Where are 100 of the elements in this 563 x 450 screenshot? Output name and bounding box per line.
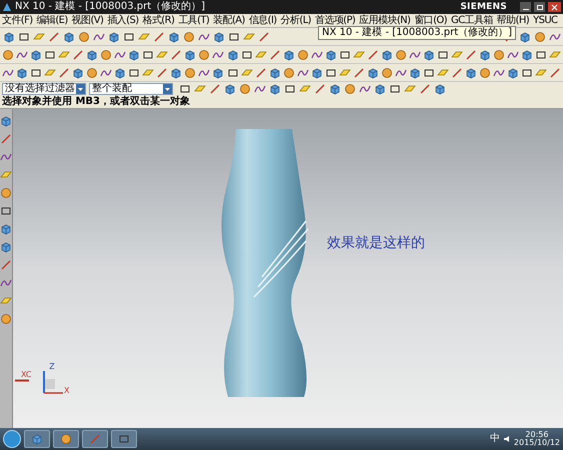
curve-icon[interactable] (0, 151, 12, 163)
sphere-icon[interactable] (86, 66, 98, 78)
line-icon[interactable] (0, 259, 12, 271)
cube-icon[interactable] (114, 66, 126, 78)
rectangle-icon[interactable] (226, 66, 239, 78)
taskbar-button[interactable] (111, 430, 137, 448)
menu-item[interactable]: 信息(I) (248, 16, 278, 26)
cube-icon[interactable] (479, 48, 492, 60)
maximize-button[interactable] (534, 2, 545, 12)
sphere-icon[interactable] (184, 66, 196, 78)
sphere-icon[interactable] (344, 82, 356, 94)
line-icon[interactable] (208, 82, 220, 94)
cube-icon[interactable] (0, 241, 12, 253)
sphere-icon[interactable] (534, 30, 546, 42)
cube-icon[interactable] (507, 66, 520, 78)
cube-icon[interactable] (422, 48, 435, 60)
line-icon[interactable] (314, 82, 326, 94)
cube-icon[interactable] (168, 30, 180, 42)
start-button[interactable] (3, 430, 21, 448)
line-icon[interactable] (418, 82, 430, 94)
cube-icon[interactable] (108, 30, 120, 42)
line-icon[interactable] (258, 30, 270, 42)
cube-icon[interactable] (184, 48, 196, 60)
sphere-icon[interactable] (0, 187, 12, 199)
line-icon[interactable] (0, 133, 12, 145)
cube-icon[interactable] (268, 66, 281, 78)
rectangle-icon[interactable] (535, 48, 548, 60)
rectangle-icon[interactable] (128, 66, 140, 78)
cube-icon[interactable] (226, 48, 239, 60)
minimize-button[interactable] (520, 2, 531, 12)
rectangle-icon[interactable] (0, 205, 12, 217)
cube-icon[interactable] (170, 66, 182, 78)
cube-icon[interactable] (521, 48, 534, 60)
line-icon[interactable] (451, 66, 464, 78)
cube-icon[interactable] (374, 82, 386, 94)
cube-icon[interactable] (0, 223, 12, 235)
cube-icon[interactable] (30, 48, 42, 60)
menu-item[interactable]: 编辑(E) (36, 16, 69, 26)
rectangle-icon[interactable] (18, 30, 30, 42)
rectangle-icon[interactable] (436, 48, 449, 60)
line-icon[interactable] (549, 66, 562, 78)
curve-icon[interactable] (0, 277, 12, 289)
line-icon[interactable] (268, 48, 281, 60)
line-icon[interactable] (72, 48, 84, 60)
cube-icon[interactable] (408, 66, 421, 78)
menu-item[interactable]: 工具(T) (177, 16, 210, 26)
menu-item[interactable]: 首选项(P) (314, 16, 356, 26)
sphere-icon[interactable] (394, 48, 407, 60)
cube-icon[interactable] (212, 30, 224, 42)
cube-icon[interactable] (62, 30, 74, 42)
sphere-icon[interactable] (182, 30, 194, 42)
close-button[interactable] (548, 2, 561, 12)
cube-icon[interactable] (282, 48, 295, 60)
speaker-icon[interactable] (502, 435, 511, 443)
rectangle-icon[interactable] (178, 82, 190, 94)
line-icon[interactable] (254, 66, 267, 78)
sphere-icon[interactable] (78, 30, 90, 42)
menu-item[interactable]: 分析(L) (280, 16, 312, 26)
sphere-icon[interactable] (380, 66, 393, 78)
rectangle-icon[interactable] (422, 66, 435, 78)
cube-icon[interactable] (434, 82, 446, 94)
cube-icon[interactable] (518, 30, 530, 42)
menu-item[interactable]: 窗口(O) (413, 16, 448, 26)
menu-item[interactable]: YSUC (532, 16, 558, 26)
sphere-icon[interactable] (493, 48, 506, 60)
rectangle-icon[interactable] (240, 48, 253, 60)
rectangle-icon[interactable] (284, 82, 296, 94)
cube-icon[interactable] (366, 66, 379, 78)
cube-icon[interactable] (86, 48, 98, 60)
line-icon[interactable] (58, 66, 70, 78)
sphere-icon[interactable] (296, 48, 309, 60)
sphere-icon[interactable] (100, 48, 112, 60)
menu-item[interactable]: 应用模块(N) (358, 16, 412, 26)
line-icon[interactable] (352, 66, 365, 78)
menu-item[interactable]: GC工具箱 (450, 16, 494, 26)
cube-icon[interactable] (328, 82, 340, 94)
sphere-icon[interactable] (198, 48, 210, 60)
menu-item[interactable]: 装配(A) (212, 16, 246, 26)
cube-icon[interactable] (128, 48, 140, 60)
rectangle-icon[interactable] (388, 82, 400, 94)
line-icon[interactable] (156, 66, 168, 78)
cube-icon[interactable] (224, 82, 236, 94)
rectangle-icon[interactable] (142, 48, 154, 60)
menu-item[interactable]: 插入(S) (106, 16, 140, 26)
cube-icon[interactable] (72, 66, 84, 78)
cube-icon[interactable] (380, 48, 393, 60)
rectangle-icon[interactable] (44, 48, 56, 60)
menu-item[interactable]: 格式(R) (142, 16, 176, 26)
line-icon[interactable] (152, 30, 164, 42)
sphere-icon[interactable] (2, 48, 14, 60)
cube-icon[interactable] (16, 66, 28, 78)
line-icon[interactable] (366, 48, 379, 60)
input-method-indicator[interactable]: 中 (490, 434, 500, 444)
rectangle-icon[interactable] (324, 66, 337, 78)
line-icon[interactable] (170, 48, 182, 60)
cube-icon[interactable] (212, 66, 224, 78)
filter-dropdown[interactable]: 没有选择过滤器 (2, 83, 86, 95)
sphere-icon[interactable] (282, 66, 295, 78)
cube-icon[interactable] (465, 66, 478, 78)
cube-icon[interactable] (2, 30, 14, 42)
